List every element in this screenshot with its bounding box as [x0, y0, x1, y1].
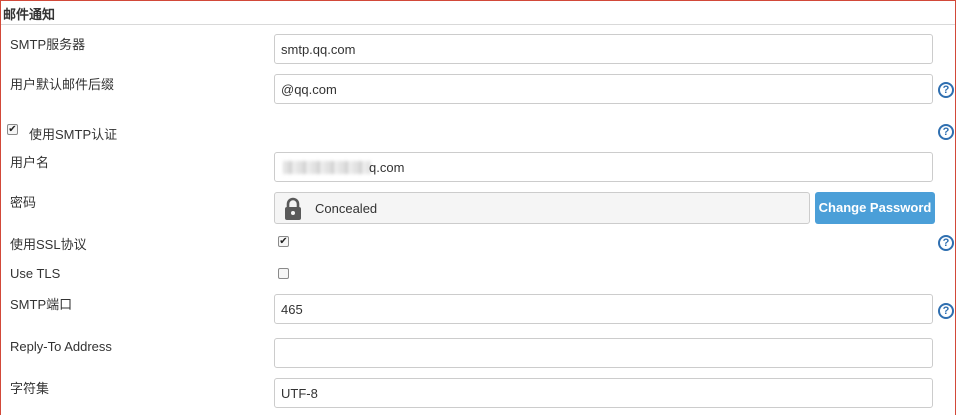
default-suffix-label: 用户默认邮件后缀: [10, 77, 115, 92]
help-icon[interactable]: ?: [938, 303, 954, 319]
password-status: Concealed: [315, 201, 378, 216]
lock-icon: [285, 197, 301, 220]
username-label: 用户名: [10, 155, 50, 170]
help-icon[interactable]: ?: [938, 235, 954, 251]
section-title: 邮件通知: [3, 7, 56, 22]
use-smtp-auth-label: 使用SMTP认证: [29, 127, 118, 142]
reply-to-label: Reply-To Address: [10, 339, 112, 354]
password-field: Concealed: [274, 192, 810, 224]
smtp-server-label: SMTP服务器: [10, 37, 86, 52]
use-tls-checkbox[interactable]: [278, 268, 289, 279]
charset-label: 字符集: [10, 381, 50, 396]
smtp-port-input[interactable]: [274, 294, 933, 324]
change-password-button[interactable]: Change Password: [815, 192, 935, 224]
help-icon[interactable]: ?: [938, 124, 954, 140]
use-smtp-auth-checkbox[interactable]: ✔: [7, 124, 18, 135]
username-visible-suffix: q.com: [369, 160, 405, 175]
smtp-port-label: SMTP端口: [10, 297, 73, 312]
charset-input[interactable]: [274, 378, 933, 408]
use-ssl-label: 使用SSL协议: [10, 237, 87, 252]
default-suffix-input[interactable]: [274, 74, 933, 104]
section-divider: [1, 24, 955, 25]
help-icon[interactable]: ?: [938, 82, 954, 98]
use-ssl-checkbox[interactable]: ✔: [278, 236, 289, 247]
redacted-username: [283, 161, 371, 174]
reply-to-input[interactable]: [274, 338, 933, 368]
password-label: 密码: [10, 195, 37, 210]
smtp-server-input[interactable]: [274, 34, 933, 64]
use-tls-label: Use TLS: [10, 266, 61, 281]
